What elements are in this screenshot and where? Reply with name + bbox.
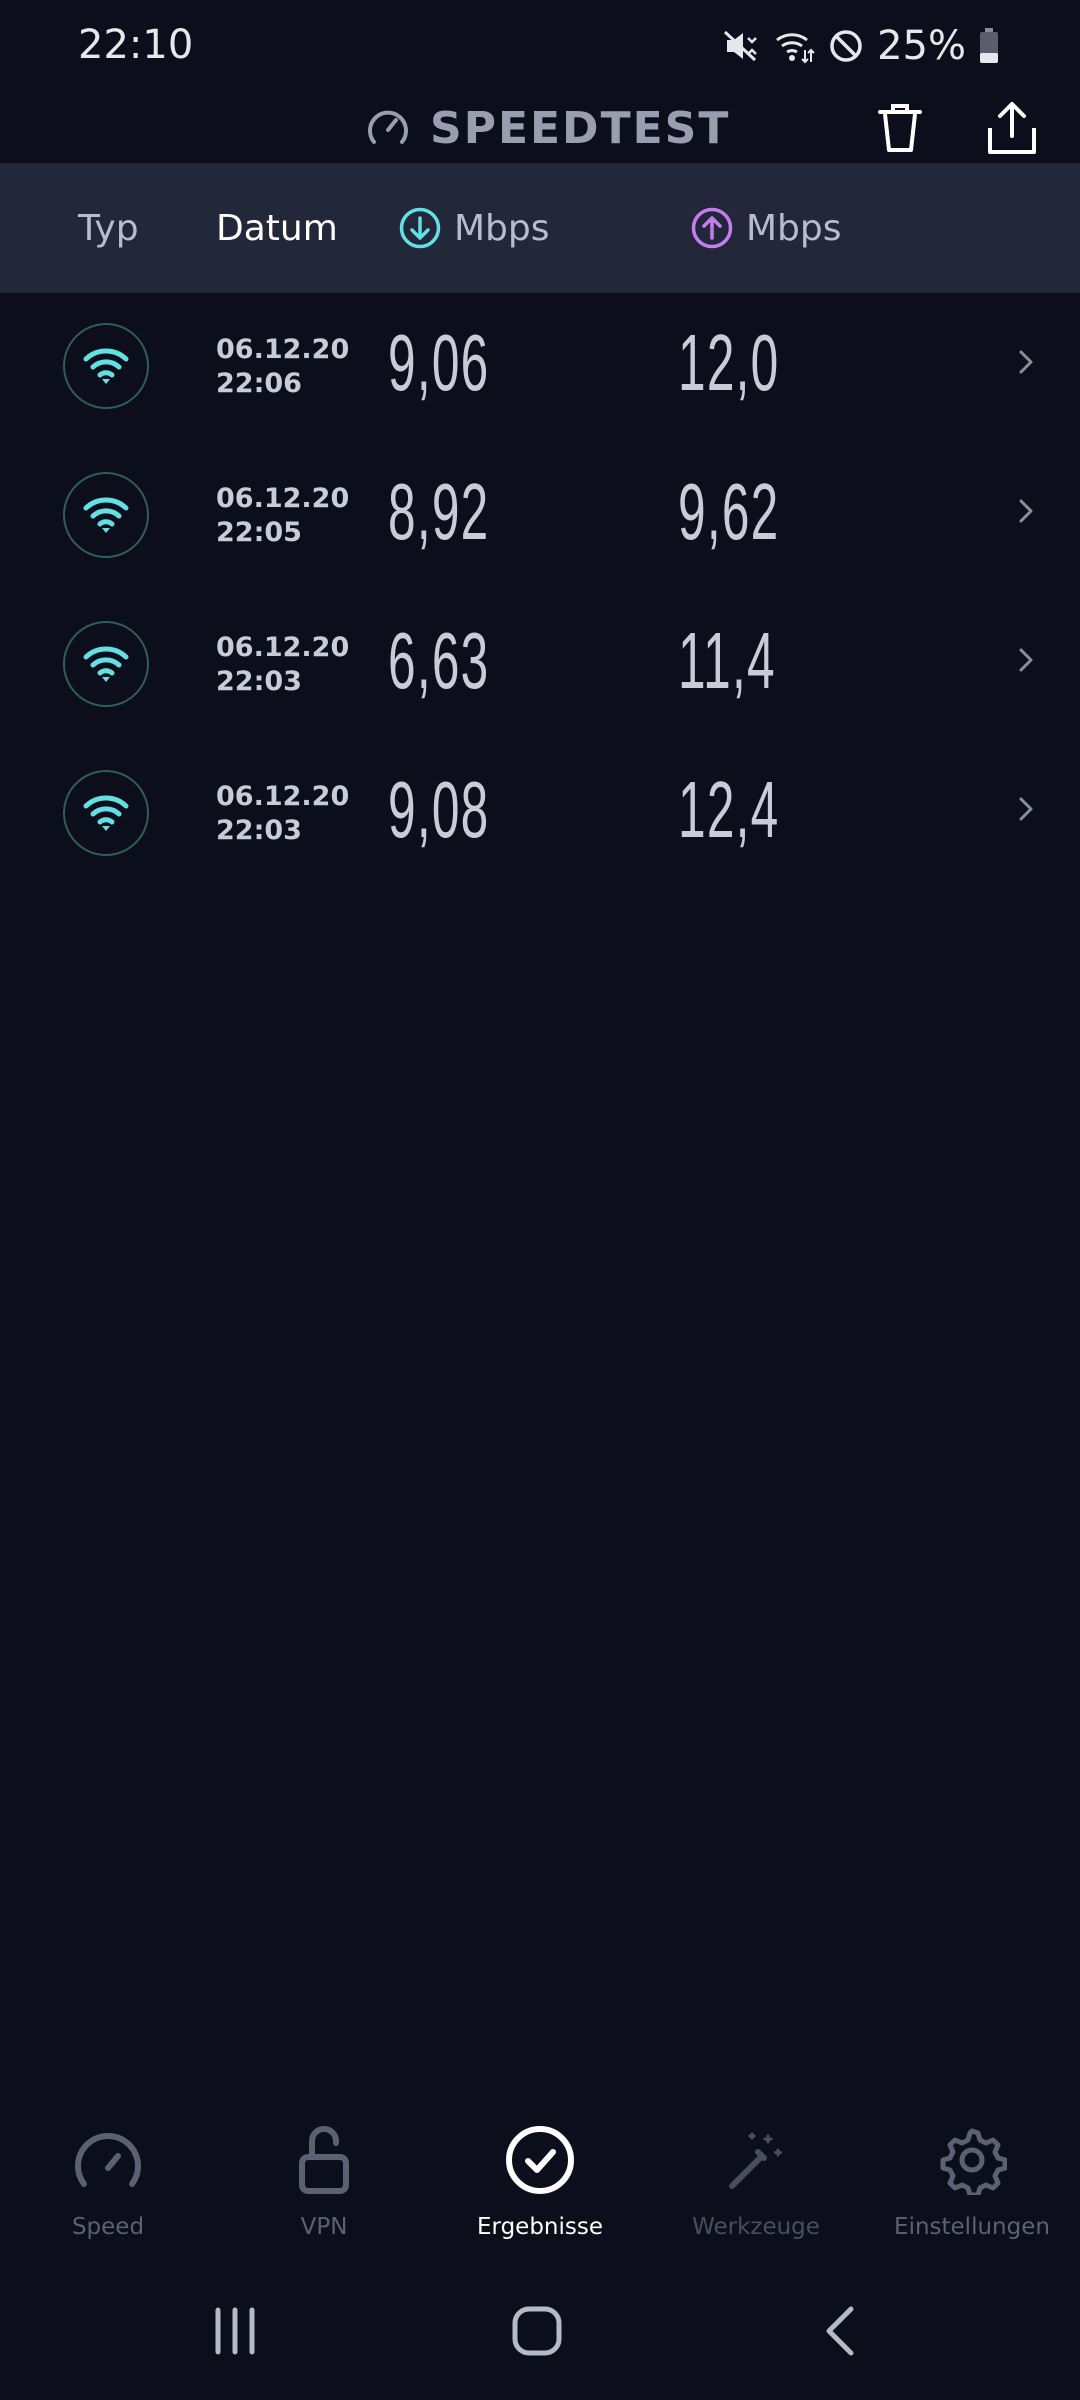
nav-vpn-icon-wrap bbox=[288, 2124, 360, 2196]
upload-value: 11,4 bbox=[678, 616, 776, 705]
result-time: 22:05 bbox=[216, 517, 302, 548]
result-date: 06.12.20 bbox=[216, 781, 350, 812]
unlock-icon bbox=[299, 2126, 349, 2194]
download-arrow-icon bbox=[399, 207, 441, 249]
app-title-group: SPEEDTEST bbox=[364, 96, 730, 160]
nav-tools[interactable]: Werkzeuge bbox=[648, 2110, 864, 2260]
gear-icon bbox=[940, 2128, 1007, 2195]
nav-results[interactable]: Ergebnisse bbox=[432, 2110, 648, 2260]
result-row[interactable]: 06.12.20 22:03 9,08 12,4 bbox=[0, 740, 1080, 889]
result-datetime: 06.12.20 22:06 bbox=[216, 333, 349, 401]
nav-speed-icon-wrap bbox=[72, 2124, 144, 2196]
nav-results-label: Ergebnisse bbox=[476, 2214, 604, 2240]
wifi-icon bbox=[83, 497, 129, 533]
nav-vpn-label: VPN bbox=[300, 2214, 348, 2240]
wifi-icon bbox=[83, 646, 129, 682]
column-date[interactable]: Datum bbox=[216, 163, 338, 293]
home-icon bbox=[512, 2306, 562, 2356]
connection-type-badge bbox=[63, 770, 149, 856]
chevron-right-icon bbox=[1019, 797, 1033, 821]
nav-settings[interactable]: Einstellungen bbox=[864, 2110, 1080, 2260]
nav-settings-icon-wrap bbox=[936, 2124, 1008, 2196]
download-value: 9,06 bbox=[388, 318, 490, 407]
chevron-right-icon bbox=[1019, 499, 1033, 523]
system-navigation-bar bbox=[0, 2286, 1080, 2376]
result-date: 06.12.20 bbox=[216, 483, 350, 514]
magic-wand-icon bbox=[729, 2132, 782, 2189]
bottom-navigation: Speed VPN Ergebnisse Werkzeuge Einstellu… bbox=[0, 2110, 1080, 2260]
delete-button[interactable] bbox=[864, 92, 936, 164]
nav-tools-label: Werkzeuge bbox=[692, 2214, 820, 2240]
app-title: SPEEDTEST bbox=[430, 102, 731, 154]
column-upload[interactable]: Mbps bbox=[690, 163, 842, 293]
result-datetime: 06.12.20 22:03 bbox=[216, 631, 349, 699]
upload-arrow-icon bbox=[691, 207, 733, 249]
chevron-right-icon bbox=[1019, 648, 1033, 672]
column-download-label: Mbps bbox=[454, 207, 550, 249]
back-button[interactable] bbox=[794, 2286, 884, 2376]
wifi-icon bbox=[83, 348, 129, 384]
battery-percentage: 25% bbox=[877, 23, 966, 69]
nav-settings-label: Einstellungen bbox=[894, 2214, 1050, 2240]
status-icons: 25% bbox=[721, 20, 1000, 72]
download-value: 8,92 bbox=[388, 467, 490, 556]
status-clock: 22:10 bbox=[78, 22, 194, 68]
result-datetime: 06.12.20 22:05 bbox=[216, 482, 349, 550]
app-bar: SPEEDTEST bbox=[0, 92, 1080, 164]
download-value: 6,63 bbox=[388, 616, 490, 705]
connection-type-badge bbox=[63, 472, 149, 558]
recent-apps-button[interactable] bbox=[190, 2286, 280, 2376]
connection-type-badge bbox=[63, 621, 149, 707]
mute-icon bbox=[724, 30, 757, 62]
result-date: 06.12.20 bbox=[216, 334, 350, 365]
wifi-status-icon bbox=[776, 33, 815, 64]
upload-value: 9,62 bbox=[678, 467, 780, 556]
battery-icon bbox=[980, 28, 998, 63]
column-download[interactable]: Mbps bbox=[398, 163, 550, 293]
connection-type-badge bbox=[63, 323, 149, 409]
nav-results-icon-wrap bbox=[504, 2124, 576, 2196]
status-bar: 22:10 25% bbox=[0, 0, 1080, 92]
result-time: 22:06 bbox=[216, 368, 302, 399]
wifi-icon bbox=[83, 795, 129, 831]
nav-speed[interactable]: Speed bbox=[0, 2110, 216, 2260]
result-date: 06.12.20 bbox=[216, 632, 350, 663]
download-value: 9,08 bbox=[388, 765, 490, 854]
result-datetime: 06.12.20 22:03 bbox=[216, 780, 349, 848]
upload-value: 12,0 bbox=[678, 318, 780, 407]
back-icon bbox=[826, 2306, 854, 2356]
chevron-right-icon bbox=[1019, 350, 1033, 374]
check-circle-icon bbox=[506, 2126, 574, 2194]
recent-apps-icon bbox=[215, 2307, 255, 2355]
home-button[interactable] bbox=[492, 2286, 582, 2376]
speedometer-icon bbox=[368, 110, 408, 144]
results-column-header: Typ Datum Mbps Mbps bbox=[0, 163, 1080, 293]
speedometer-icon bbox=[75, 2133, 141, 2187]
result-row[interactable]: 06.12.20 22:05 8,92 9,62 bbox=[0, 442, 1080, 591]
nav-vpn[interactable]: VPN bbox=[216, 2110, 432, 2260]
share-icon bbox=[988, 102, 1036, 154]
result-time: 22:03 bbox=[216, 666, 302, 697]
do-not-disturb-icon bbox=[830, 30, 862, 62]
share-button[interactable] bbox=[976, 92, 1048, 164]
column-upload-label: Mbps bbox=[746, 207, 842, 249]
result-row[interactable]: 06.12.20 22:06 9,06 12,0 bbox=[0, 293, 1080, 442]
upload-value: 12,4 bbox=[678, 765, 780, 854]
nav-speed-label: Speed bbox=[71, 2214, 145, 2240]
result-time: 22:03 bbox=[216, 815, 302, 846]
result-row[interactable]: 06.12.20 22:03 6,63 11,4 bbox=[0, 591, 1080, 740]
trash-icon bbox=[878, 104, 922, 152]
nav-tools-icon-wrap bbox=[720, 2124, 792, 2196]
column-type[interactable]: Typ bbox=[78, 163, 139, 293]
